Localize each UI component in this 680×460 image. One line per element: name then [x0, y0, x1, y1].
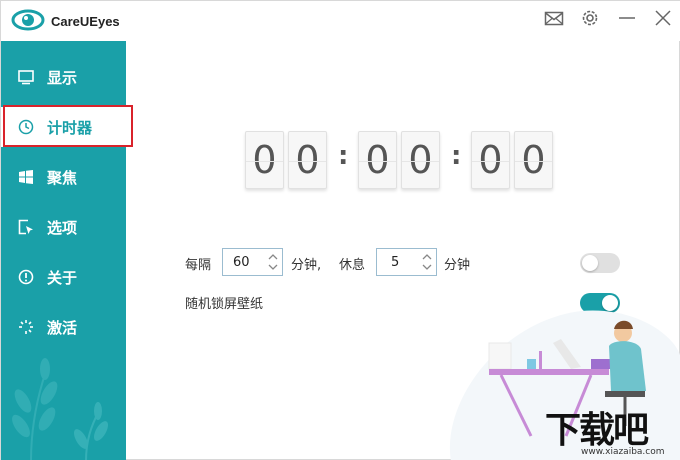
app-window: CareUEyes 显示 计时器 聚焦 选项 关于 激活 0 0: 0 0:… [0, 0, 680, 460]
windows-icon [17, 168, 35, 186]
timer-digit: 0 [288, 131, 327, 189]
minutes-comma-label: 分钟, [291, 258, 322, 273]
sidebar-item-options[interactable]: 选项 [1, 207, 126, 247]
leaf-decoration [12, 358, 108, 460]
sidebar-item-label: 聚焦 [47, 168, 78, 187]
rest-value: 5 [391, 255, 400, 270]
feedback-mail-button[interactable] [542, 7, 566, 29]
rest-label: 休息 [339, 258, 366, 273]
sidebar-item-focus[interactable]: 聚焦 [1, 157, 126, 197]
watermark: 下载吧 www.xiazaiba.com [541, 401, 680, 460]
random-wallpaper-label: 随机锁屏壁纸 [185, 297, 264, 312]
timer-digit: 0 [471, 131, 510, 189]
sidebar: 显示 计时器 聚焦 选项 关于 激活 [1, 41, 126, 460]
app-title: CareUEyes [51, 14, 120, 29]
interval-spinbox[interactable]: 60 [222, 248, 283, 276]
cursor-icon [17, 218, 35, 236]
eye-logo-icon [11, 9, 45, 31]
watermark-logo-text: 下载吧 [545, 410, 649, 451]
mail-icon [544, 11, 564, 26]
clock-icon [17, 118, 35, 136]
settings-button[interactable] [578, 7, 602, 29]
every-label: 每隔 [185, 258, 212, 273]
minutes-label: 分钟 [444, 258, 471, 273]
spin-arrows-icon[interactable] [420, 251, 434, 273]
sidebar-item-label: 关于 [47, 268, 78, 287]
sidebar-item-label: 显示 [47, 68, 78, 87]
minimize-icon [619, 17, 635, 19]
timer-digit: 0 [245, 131, 284, 189]
watermark-url: www.xiazaiba.com [581, 447, 665, 457]
sidebar-item-label: 计时器 [47, 118, 93, 137]
monitor-icon [17, 68, 35, 86]
info-icon [17, 268, 35, 286]
timer-separator: : [338, 141, 349, 171]
close-icon [655, 10, 671, 26]
sidebar-item-about[interactable]: 关于 [1, 257, 126, 297]
toggle-knob [582, 255, 598, 271]
timer-digit: 0 [401, 131, 440, 189]
timer-digit: 0 [514, 131, 553, 189]
spin-arrows-icon[interactable] [266, 251, 280, 273]
gear-icon [582, 10, 598, 26]
timer-separator: : [451, 141, 462, 171]
sidebar-item-label: 选项 [47, 218, 78, 237]
title-bar: CareUEyes [1, 1, 680, 41]
sidebar-item-display[interactable]: 显示 [1, 57, 126, 97]
minimize-button[interactable] [615, 7, 639, 29]
break-reminder-toggle[interactable] [580, 253, 620, 273]
interval-value: 60 [233, 255, 250, 270]
rest-spinbox[interactable]: 5 [376, 248, 437, 276]
sidebar-item-timer[interactable]: 计时器 [1, 107, 126, 147]
close-button[interactable] [651, 7, 675, 29]
timer-digit: 0 [358, 131, 397, 189]
